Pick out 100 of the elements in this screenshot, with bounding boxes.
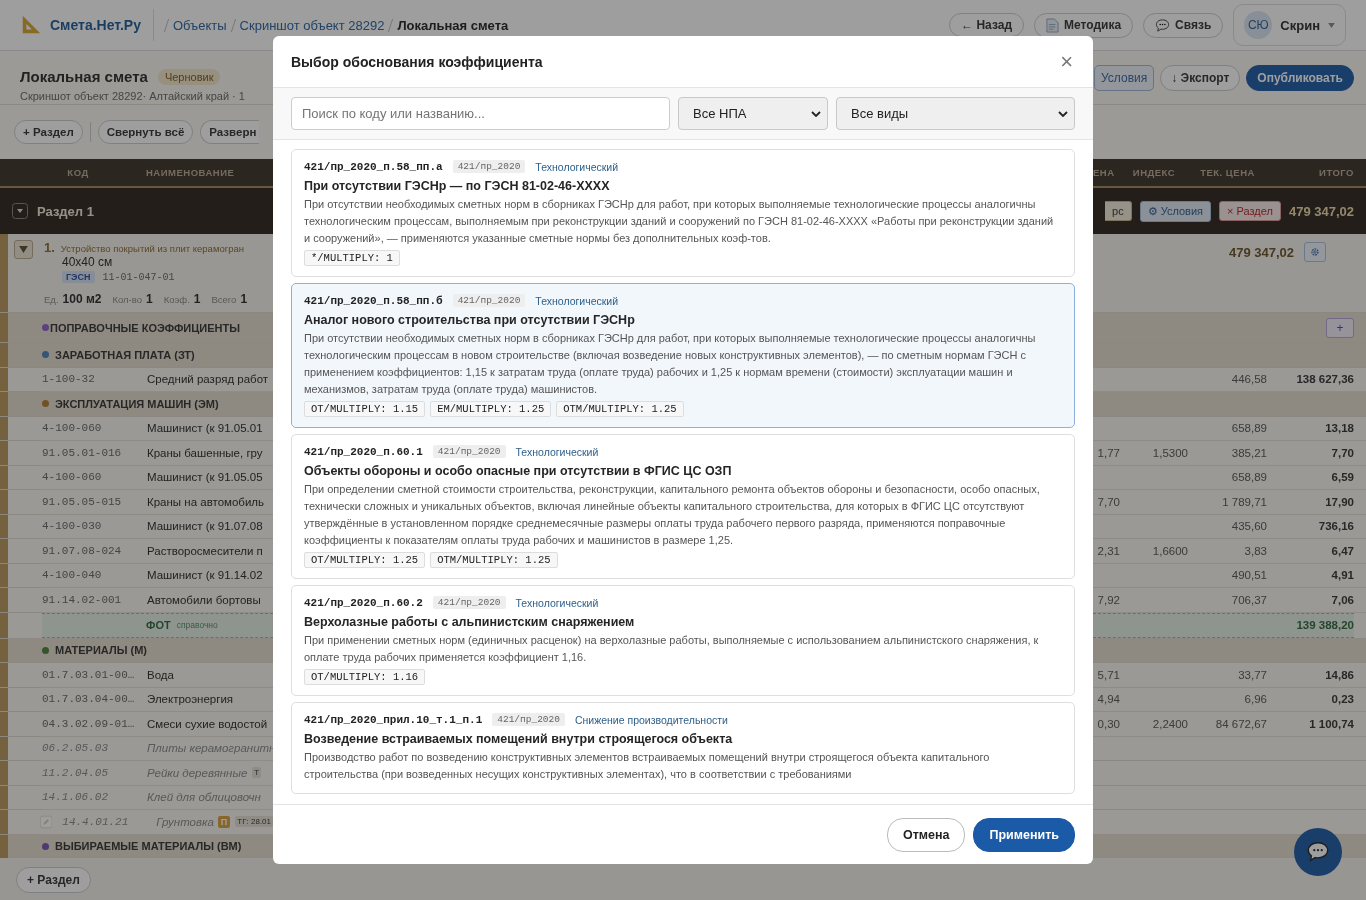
card-type: Технологический — [515, 596, 599, 609]
search-field[interactable]: Поиск по коду или названию... — [291, 97, 670, 130]
coefficient-card[interactable] — [291, 434, 1075, 579]
coefficient-card[interactable] — [291, 149, 1075, 277]
row-name: Клей для облицовочн — [147, 791, 261, 804]
breadcrumb-link[interactable]: Объекты — [172, 17, 227, 33]
formula-chip: OT/MULTIPLY: 1.15 — [304, 401, 426, 417]
filter-dropdown[interactable]: Все НПА — [678, 97, 828, 130]
row-code: 01.7.03.04-00… — [42, 693, 136, 706]
toolbar-button[interactable]: Свернуть всё — [97, 120, 194, 144]
filter-dropdown[interactable]: Все виды — [836, 97, 1075, 130]
row-code: 04.3.02.09-01… — [42, 717, 136, 730]
table-cell: 4,91 — [1331, 569, 1354, 582]
table-cell: 3,83 — [1244, 544, 1267, 557]
table-cell: 5,71 — [1097, 668, 1120, 681]
logo-text[interactable]: Смета.Нет.Ру — [50, 17, 141, 33]
header-button[interactable]: Опубликовать — [1246, 64, 1354, 91]
card-type: Технологический — [535, 294, 619, 307]
formula-chip: OT/MULTIPLY: 1.16 — [304, 669, 426, 685]
table-cell: 13,18 — [1325, 422, 1354, 435]
card-code: 421/пр_2020_п.60.2 — [304, 596, 423, 609]
table-cell: 435,60 — [1231, 520, 1267, 533]
table-cell: 2,2400 — [1152, 717, 1188, 730]
npa-tag: 421/пр_2020 — [452, 160, 526, 173]
row-code: 91.05.05-015 — [42, 495, 123, 508]
param-label: Коэф. — [163, 293, 190, 305]
param-value: 100 м2 — [62, 291, 102, 306]
toolbar-button[interactable]: Методика — [1034, 12, 1134, 38]
section-button[interactable]: ⚙ Условия — [1139, 200, 1212, 222]
add-button[interactable]: + — [1326, 317, 1354, 338]
section-button[interactable]: рс — [1105, 201, 1132, 221]
row-name: Машинист (к 91.07.08 — [147, 520, 263, 533]
table-cell: 6,47 — [1331, 544, 1354, 557]
breadcrumb-link[interactable]: Скриншот объект 28292 — [239, 17, 385, 33]
row-badge: П — [217, 815, 231, 828]
row-name: Машинист (к 91.14.02 — [147, 569, 263, 582]
row-code: 91.07.08-024 — [42, 544, 123, 557]
row-name: Машинист (к 91.05.01 — [147, 422, 263, 435]
row-name: Краны на автомобиль — [147, 495, 265, 508]
expand-toggle[interactable] — [14, 240, 33, 259]
table-cell: 7,70 — [1097, 495, 1120, 508]
table-cell: 6,96 — [1244, 693, 1267, 706]
row-tag: Т — [252, 767, 262, 779]
item-title: Устройство покрытий из плит керамогран — [60, 243, 244, 254]
row-name: Машинист (к 91.05.05 — [147, 471, 263, 484]
norm-tag: ГЭСН — [62, 271, 95, 283]
formula-chip: */MULTIPLY: 1 — [304, 250, 400, 266]
item-title: 40x40 см — [62, 255, 114, 269]
table-cell: 33,77 — [1238, 668, 1267, 681]
gear-icon — [1310, 247, 1320, 257]
formula-chip: OTM/MULTIPLY: 1.25 — [556, 401, 684, 417]
card-type: Снижение производительности — [574, 713, 728, 726]
header-button[interactable]: Условия — [1094, 64, 1155, 91]
add-section-button[interactable]: + Раздел — [16, 867, 91, 893]
group-title: ЭКСПЛУАТАЦИЯ МАШИН (ЭМ) — [55, 397, 219, 410]
coefficient-card[interactable] — [291, 283, 1075, 428]
npa-tag: 421/пр_2020 — [452, 294, 526, 307]
row-name: Краны башенные, гру — [147, 446, 263, 459]
row-code: 4-100-040 — [42, 569, 103, 582]
apply-button[interactable]: Применить — [973, 817, 1075, 852]
table-cell: 0,30 — [1097, 717, 1120, 730]
cancel-button[interactable]: Отмена — [886, 817, 966, 852]
toolbar-button[interactable]: ← Назад — [949, 13, 1024, 37]
npa-tag: 421/пр_2020 — [432, 445, 506, 458]
row-code: 91.05.01-016 — [42, 446, 123, 459]
table-cell: 736,16 — [1318, 520, 1354, 533]
formula-chip: OT/MULTIPLY: 1.25 — [304, 552, 426, 568]
toolbar-button[interactable]: + Раздел — [14, 120, 83, 144]
chevron-icon — [811, 110, 821, 117]
header-button[interactable]: ↓ Экспорт — [1160, 64, 1241, 91]
group-title: ЗАРАБОТНАЯ ПЛАТА (ЗТ) — [55, 348, 195, 361]
table-cell: 385,21 — [1231, 446, 1267, 459]
row-name: Растворосмесители п — [147, 544, 263, 557]
table-cell: 7,06 — [1331, 593, 1354, 606]
item-code: 11-01-047-01 — [102, 271, 175, 283]
table-cell: 138 627,36 — [1296, 373, 1354, 386]
coefficient-card[interactable] — [291, 702, 1075, 794]
close-button[interactable]: × — [1058, 50, 1075, 73]
table-cell: 706,37 — [1231, 593, 1267, 606]
row-code: 4-100-060 — [42, 471, 103, 484]
toolbar-button[interactable]: Связь — [1143, 12, 1224, 38]
item-number: 1. — [44, 240, 55, 255]
user-menu[interactable]: СЮ Скрин — [1233, 4, 1346, 46]
row-code: 4-100-030 — [42, 520, 103, 533]
coefficient-card[interactable] — [291, 585, 1075, 696]
card-title: Возведение встраиваемых помещений внутри строящегося объекта — [304, 732, 734, 746]
card-description: Производство работ по возведению конструктивных элементов встраиваемых помещений внутри строящегося объекта капитального строительства (при возведенных несущих конструктивных элементах), что в соответствии с требованиями — [304, 750, 991, 782]
column-header: ИТОГО — [1318, 167, 1354, 178]
column-header: КОД — [66, 167, 90, 178]
table-cell: 658,89 — [1231, 422, 1267, 435]
npa-tag: 421/пр_2020 — [492, 713, 565, 726]
table-cell: 84 672,67 — [1215, 717, 1267, 730]
page-title: Локальная смета — [20, 68, 148, 85]
row-name: Электроэнергия — [147, 693, 234, 706]
chat-button[interactable] — [1294, 828, 1342, 876]
param-label: Всего — [211, 293, 237, 305]
toolbar-button[interactable]: Разверн — [200, 120, 260, 144]
table-cell: 17,90 — [1325, 495, 1354, 508]
collapse-toggle-icon[interactable] — [12, 203, 28, 219]
section-button[interactable]: × Раздел — [1219, 201, 1281, 221]
